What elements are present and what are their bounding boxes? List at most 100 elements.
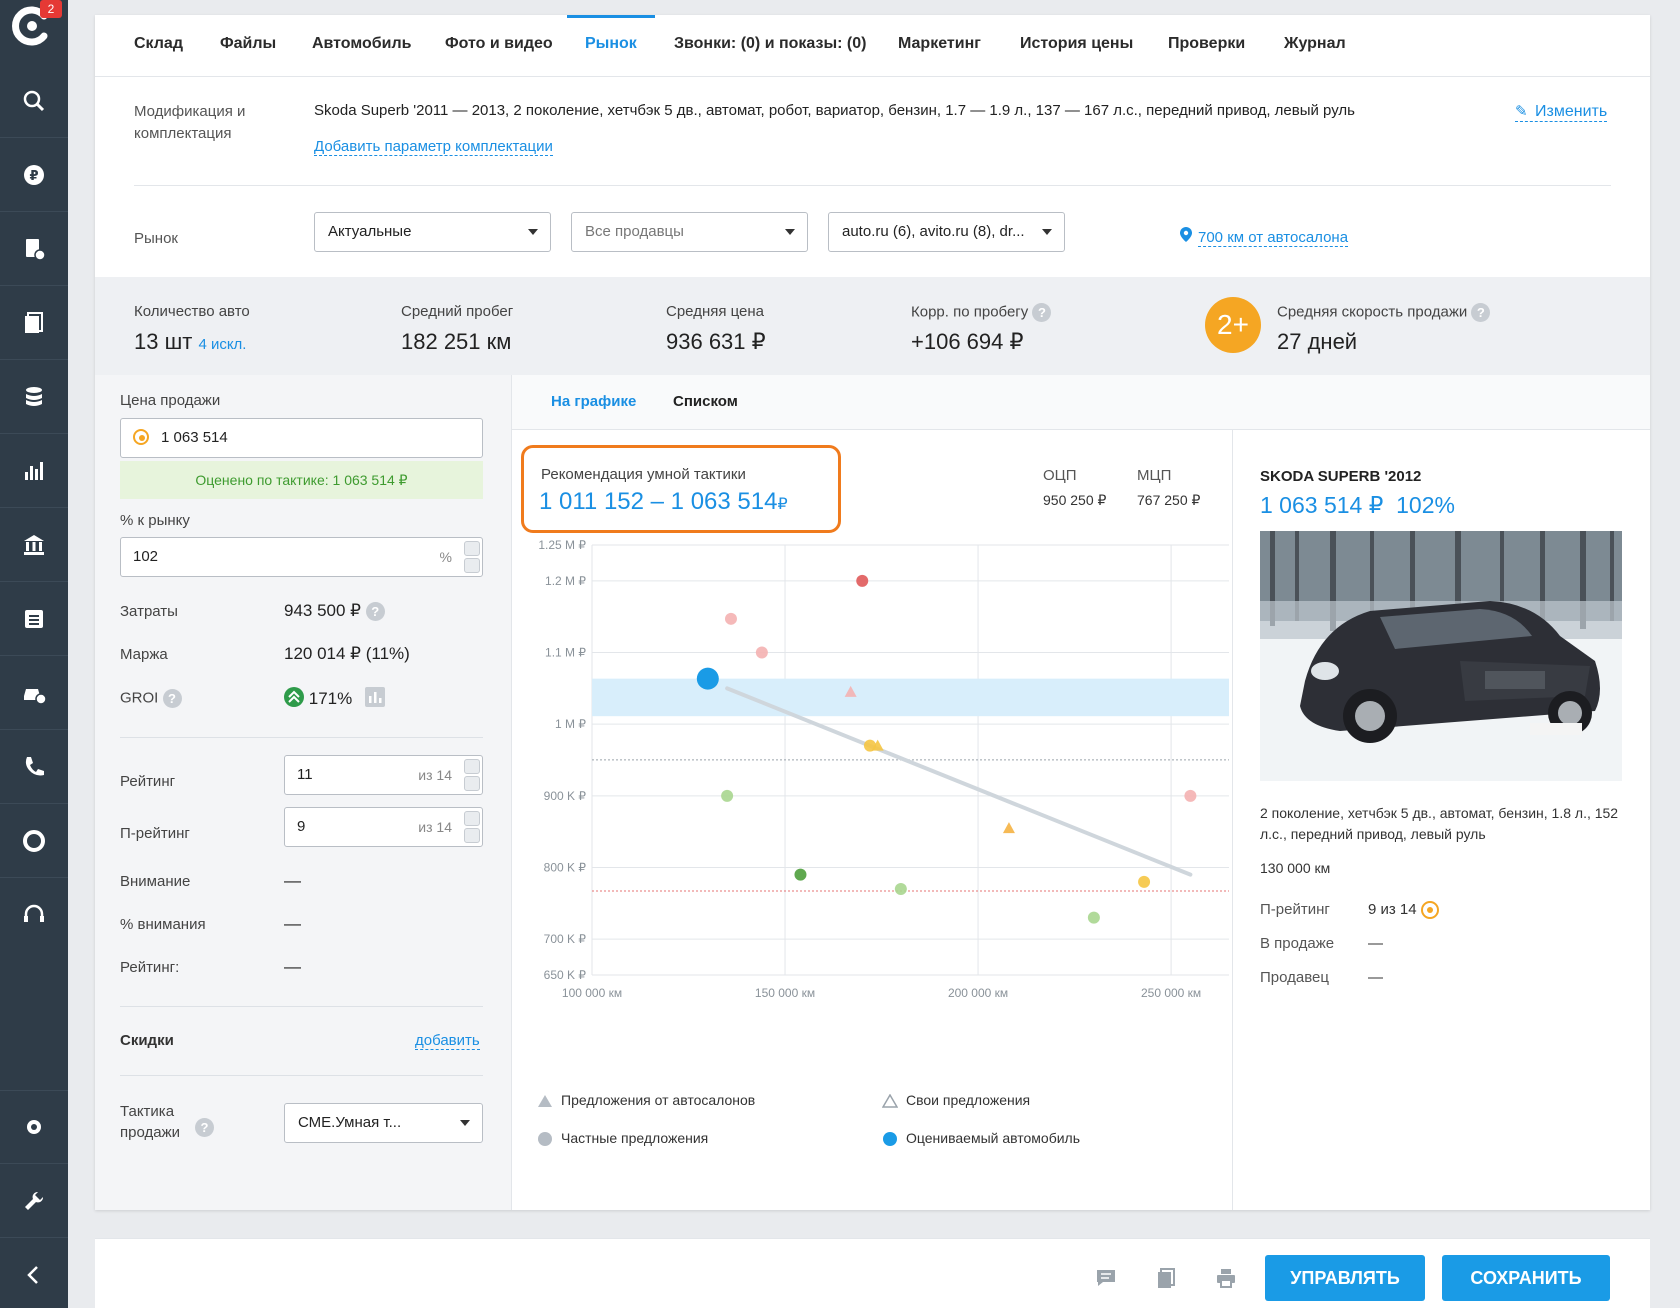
help-icon[interactable]: ? <box>365 602 385 622</box>
chart-mini-icon[interactable] <box>364 687 385 712</box>
x-tick-label: 250 000 км <box>1141 986 1201 1000</box>
headset-icon[interactable] <box>0 878 68 952</box>
tactic-select[interactable]: СМЕ.Умная т... <box>284 1103 483 1143</box>
corr-label: Корр. по пробегу ? <box>911 303 1052 322</box>
car-photo[interactable] <box>1260 531 1622 781</box>
legend-evaluated: Оцениваемый автомобиль <box>882 1130 1080 1147</box>
mcp-label: МЦП <box>1137 467 1172 484</box>
market-pct-input[interactable]: 102 % <box>120 537 483 577</box>
status-select[interactable]: Актуальные <box>314 212 551 252</box>
evaluated-car-point <box>696 667 719 690</box>
pct-stepper[interactable] <box>464 541 480 573</box>
phone-icon[interactable] <box>0 730 68 804</box>
coin-icon <box>133 429 149 445</box>
speed-label-text: Средняя скорость продажи <box>1277 303 1468 321</box>
manage-button[interactable]: УПРАВЛЯТЬ <box>1265 1255 1425 1301</box>
search-car-icon[interactable] <box>0 64 68 138</box>
mcp-value: 767 250 ₽ <box>1137 492 1201 508</box>
rating-input[interactable]: 11 из 14 <box>284 755 483 795</box>
recommendation-title: Рекомендация умной тактики <box>541 466 746 483</box>
tab-warehouse[interactable]: Склад <box>134 15 183 77</box>
sources-select[interactable]: auto.ru (6), avito.ru (8), dr... <box>828 212 1065 252</box>
avg-price-label: Средняя цена <box>666 303 765 320</box>
market-label: Рынок <box>134 230 178 247</box>
list-icon[interactable] <box>0 582 68 656</box>
x-tick-label: 200 000 км <box>948 986 1008 1000</box>
count-value: 13 шт 4 искл. <box>134 329 246 355</box>
tab-files[interactable]: Файлы <box>220 15 276 77</box>
tactic-label: Тактика продажи <box>120 1103 180 1141</box>
pencil-icon: ✎ <box>1515 103 1528 120</box>
divider <box>120 1075 483 1076</box>
rating-stepper[interactable] <box>464 759 480 791</box>
database-icon[interactable] <box>0 360 68 434</box>
copy-icon[interactable] <box>1155 1267 1177 1289</box>
stepper-down-icon[interactable] <box>464 776 480 791</box>
discounts-label: Скидки <box>120 1032 174 1049</box>
wrench-icon[interactable] <box>0 1164 68 1238</box>
tactic-select-value: СМЕ.Умная т... <box>298 1114 402 1131</box>
tab-chart-view[interactable]: На графике <box>551 393 636 410</box>
lifebuoy-icon[interactable] <box>0 804 68 878</box>
tab-checks[interactable]: Проверки <box>1168 15 1245 77</box>
triangle-outline-icon <box>881 1093 899 1109</box>
groi-number: 171% <box>308 688 353 708</box>
stepper-up-icon[interactable] <box>464 541 480 556</box>
pct-suffix: % <box>439 549 452 565</box>
help-icon[interactable]: ? <box>195 1118 214 1137</box>
attention-pct-label: % внимания <box>120 916 206 933</box>
p-rating-stepper[interactable] <box>464 811 480 843</box>
help-icon[interactable]: ? <box>1032 303 1052 322</box>
rating-value: 11 <box>297 766 313 783</box>
status-select-value: Актуальные <box>328 223 412 240</box>
save-button[interactable]: СОХРАНИТЬ <box>1442 1255 1610 1301</box>
stepper-up-icon[interactable] <box>464 811 480 826</box>
y-tick-label: 800 K ₽ <box>544 861 587 875</box>
tab-car[interactable]: Автомобиль <box>312 15 411 77</box>
view-switch: На графике Списком <box>512 375 1650 430</box>
stepper-down-icon[interactable] <box>464 558 480 573</box>
document-add-icon[interactable] <box>0 212 68 286</box>
recommendation-band <box>592 678 1229 717</box>
excluded-link[interactable]: 4 искл. <box>198 336 246 353</box>
market-chart-panel: На графике Списком Рекомендация умной та… <box>512 375 1650 1210</box>
y-tick-label: 1.2 M ₽ <box>545 574 586 588</box>
bank-icon[interactable] <box>0 508 68 582</box>
tab-market[interactable]: Рынок <box>567 15 655 77</box>
comment-icon[interactable] <box>1095 1267 1117 1289</box>
tab-journal[interactable]: Журнал <box>1284 15 1346 77</box>
edit-modification-link[interactable]: ✎ Изменить <box>1515 102 1608 122</box>
gear-icon[interactable] <box>0 1090 68 1164</box>
p-rating-label: П-рейтинг <box>120 825 190 842</box>
help-icon[interactable]: ? <box>1471 303 1491 322</box>
tab-price-history[interactable]: История цены <box>1020 15 1133 77</box>
tab-calls[interactable]: Звонки: (0) и показы: (0) <box>674 15 866 77</box>
add-equipment-link[interactable]: Добавить параметр комплектации <box>314 138 553 156</box>
chevron-left-icon[interactable] <box>0 1238 68 1308</box>
recommendation-range: 1 011 152 – 1 063 514₽ <box>539 488 788 516</box>
sellers-select-value: Все продавцы <box>585 223 684 240</box>
stepper-down-icon[interactable] <box>464 828 480 843</box>
ocp-value: 950 250 ₽ <box>1043 492 1107 508</box>
car-add-icon[interactable] <box>0 656 68 730</box>
car-price-value: 1 063 514 ₽ <box>1260 492 1384 518</box>
sellers-select[interactable]: Все продавцы <box>571 212 808 252</box>
chart-bar-icon[interactable] <box>0 434 68 508</box>
bottom-toolbar: УПРАВЛЯТЬ СОХРАНИТЬ <box>95 1238 1650 1308</box>
documents-icon[interactable] <box>0 286 68 360</box>
print-icon[interactable] <box>1215 1267 1237 1289</box>
add-discount-link[interactable]: добавить <box>415 1032 480 1050</box>
corr-value: +106 694 ₽ <box>911 329 1024 354</box>
data-point-circle <box>856 574 869 587</box>
location-link[interactable]: 700 км от автосалона <box>1180 227 1349 247</box>
tab-photo-video[interactable]: Фото и видео <box>445 15 553 77</box>
tab-marketing[interactable]: Маркетинг <box>898 15 981 77</box>
tab-list-view[interactable]: Списком <box>673 393 738 410</box>
p-rating-input[interactable]: 9 из 14 <box>284 807 483 847</box>
stepper-up-icon[interactable] <box>464 759 480 774</box>
attention-label: Внимание <box>120 873 191 890</box>
ruble-icon[interactable]: ₽ <box>0 138 68 212</box>
sale-price-input[interactable]: 1 063 514 <box>120 418 483 458</box>
ocp-label: ОЦП <box>1043 467 1077 484</box>
help-icon[interactable]: ? <box>162 689 182 708</box>
